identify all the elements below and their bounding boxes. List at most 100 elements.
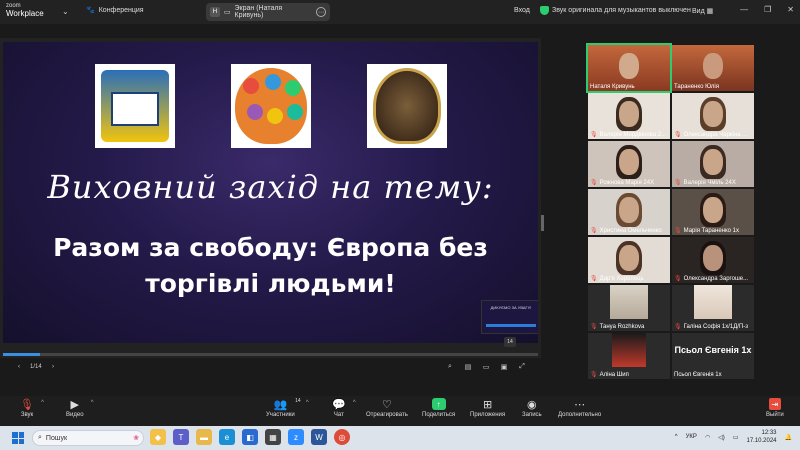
title-bar: zoom Workplace ⌄ 🐾 Конференция Н ▭ Экран… (0, 0, 800, 24)
participant-tile[interactable]: 🎙 Рожнова Марія 24Х (588, 141, 670, 187)
volume-icon[interactable]: ◁) (718, 434, 725, 441)
audio-button[interactable]: 🎙 Звук ^ (20, 398, 44, 418)
edge-icon[interactable]: e (219, 429, 235, 445)
participant-name: Псьол Євгенія 1х (674, 372, 722, 378)
zoom-window: zoom Workplace ⌄ 🐾 Конференция Н ▭ Экран… (0, 0, 800, 450)
participant-tile[interactable]: 🎙 Олександра Чаркіна ... (672, 93, 754, 139)
chevron-up-icon[interactable]: ^ (41, 400, 44, 406)
sign-in-button[interactable]: Вход (514, 7, 530, 14)
prev-slide-icon[interactable]: ‹ (18, 364, 20, 370)
participant-face (703, 197, 723, 223)
meeting-info[interactable]: 🐾 Конференция (86, 6, 144, 15)
mic-muted-icon: 🎙 (590, 228, 598, 234)
participant-tile[interactable]: Наталя Кривунь (586, 43, 672, 93)
paw-icon: 🐾 (86, 7, 95, 14)
participant-tile[interactable]: 🎙 Марія Тараненко 1х (672, 189, 754, 235)
chevron-up-icon[interactable]: ^ (353, 400, 356, 406)
participant-tile[interactable]: 🎙 Галіна Софія 1х/1Д/П-з (672, 285, 754, 331)
record-icon: ◉ (527, 399, 537, 411)
notification-icon[interactable]: 🔔 (785, 434, 792, 441)
original-sound-label: Звук оригинала для музыкантов выключен (552, 7, 691, 14)
fullscreen-icon[interactable]: ⤢ (517, 363, 527, 371)
participants-button[interactable]: 👥 Участники 14 ^ (266, 398, 309, 418)
teams-icon[interactable]: T (173, 429, 189, 445)
grid-icon[interactable]: ▤ (463, 363, 473, 371)
minimize-icon[interactable]: — (740, 5, 748, 14)
participant-name: 🎙 Рожнова Марія 24Х (590, 179, 655, 187)
word-icon[interactable]: W (311, 429, 327, 445)
participants-count: 14 (295, 398, 301, 404)
restore-icon[interactable]: ❐ (764, 5, 771, 14)
participant-face (619, 197, 639, 223)
participant-name: 🎙 Олександра Чаркіна ... (674, 131, 748, 139)
leave-button[interactable]: ⇥ Выйти (766, 398, 784, 418)
zoom-app-icon[interactable]: z (288, 429, 304, 445)
participant-tile[interactable]: 🎙 Тануа Rozhkova (588, 285, 670, 331)
presenter-initial: Н (210, 7, 220, 17)
screen-share-indicator[interactable]: Н ▭ Экран (Наталя Кривунь) ⋯ (206, 3, 330, 21)
copilot-icon[interactable]: ◆ (150, 429, 166, 445)
participant-name: 🎙 Марія Тараненко 1х (674, 227, 740, 235)
share-button[interactable]: ↑ Поделиться (422, 398, 455, 418)
shared-screen: Виховний захід на тему: Разом за свободу… (0, 38, 541, 358)
participant-tile[interactable]: 🎙 Олександра Заргоше... (672, 237, 754, 283)
chevron-up-icon[interactable]: ^ (91, 400, 94, 406)
participant-tile[interactable]: 🎙 Валерія Мордвінова 2... (588, 93, 670, 139)
next-slide-thumbnail[interactable]: ДИКУЄМО ЗА УВАГУ! (481, 300, 538, 334)
mic-muted-icon: 🎙 (590, 132, 598, 138)
slide-progress-fill (3, 353, 41, 356)
windows-start-icon[interactable] (12, 432, 24, 444)
video-button[interactable]: ▶ Видео ^ (66, 398, 94, 418)
chevron-down-icon[interactable]: ⌄ (62, 7, 69, 16)
taskbar-search[interactable]: ⌕ Пошук ❀ (32, 430, 144, 446)
participant-name: 🎙 Валерія Чміль 24Х (674, 179, 736, 187)
app-icon[interactable]: ▦ (265, 429, 281, 445)
share-label: Поделиться (422, 412, 456, 418)
battery-icon[interactable]: ▭ (733, 434, 739, 441)
slide-navigation: ‹ 1/14 › ⌕ ▤ ▭ ▣ ⤢ (0, 358, 541, 376)
participant-tile[interactable]: 🎙 Аліна Шип (588, 333, 670, 379)
participant-tile[interactable]: Псьол Євгенія 1х Псьол Євгенія 1х (672, 333, 754, 379)
wifi-icon[interactable]: ◠ (705, 434, 710, 441)
participant-tile[interactable]: 🎙 Валерія Чміль 24Х (672, 141, 754, 187)
participant-tile[interactable]: 🎙 Христина Омельченко (588, 189, 670, 235)
chat-icon: 💬 (332, 399, 346, 411)
apps-button[interactable]: ⊞ Приложения (470, 398, 505, 418)
file-explorer-icon[interactable]: ▬ (196, 429, 212, 445)
presenter-view-icon[interactable]: ▭ (481, 363, 491, 371)
view-button[interactable]: Вид ▦ (692, 7, 713, 15)
chrome-icon[interactable]: ◎ (334, 429, 350, 445)
camera-icon: ▶ (70, 399, 79, 411)
participant-name: 🎙 Христина Омельченко (590, 227, 662, 235)
slides-icon[interactable]: ▣ (499, 363, 509, 371)
original-sound-status[interactable]: Звук оригинала для музыкантов выключен (540, 6, 691, 15)
mic-muted-icon: 🎙 (590, 372, 598, 378)
chevron-up-icon[interactable]: ^ (306, 400, 309, 406)
record-button[interactable]: ◉ Запись (522, 398, 542, 418)
mic-muted-icon: 🎙 (590, 324, 598, 330)
participant-tile[interactable]: Тараненко Юлія (672, 45, 754, 91)
taskbar-search-label: Пошук (45, 434, 68, 442)
more-button[interactable]: ⋯ Дополнительно (558, 398, 601, 418)
chat-button[interactable]: 💬 Чат ^ (332, 398, 356, 418)
mic-muted-icon: 🎙 (674, 276, 682, 282)
taskbar-apps: ◆ T ▬ e ◧ ▦ z W ◎ (150, 429, 350, 445)
close-icon[interactable]: ✕ (787, 5, 794, 14)
mic-muted-icon: 🎙 (590, 180, 598, 186)
more-icon[interactable]: ⋯ (316, 7, 326, 17)
share-arrow-icon: ↑ (431, 398, 446, 410)
store-icon[interactable]: ◧ (242, 429, 258, 445)
panel-resize-handle[interactable] (541, 215, 544, 231)
zoom-icon[interactable]: ⌕ (445, 363, 455, 371)
participant-name: 🎙 Галіна Софія 1х/1Д/П-з (674, 323, 749, 331)
next-slide-icon[interactable]: › (52, 364, 54, 370)
reactions-button[interactable]: ♡ Отреагировать (366, 398, 408, 418)
language-indicator[interactable]: УКР (686, 434, 697, 440)
shield-icon (540, 6, 549, 15)
participant-tile[interactable]: 🎙 Дар'я Хоролець (588, 237, 670, 283)
chevron-up-icon[interactable]: ^ (675, 434, 678, 440)
apps-label: Приложения (470, 412, 506, 418)
taskbar-clock[interactable]: 12:33 17.10.2024 (746, 429, 776, 445)
faculty-logo (231, 64, 311, 148)
slide-title: Виховний захід на тему: (47, 168, 494, 206)
